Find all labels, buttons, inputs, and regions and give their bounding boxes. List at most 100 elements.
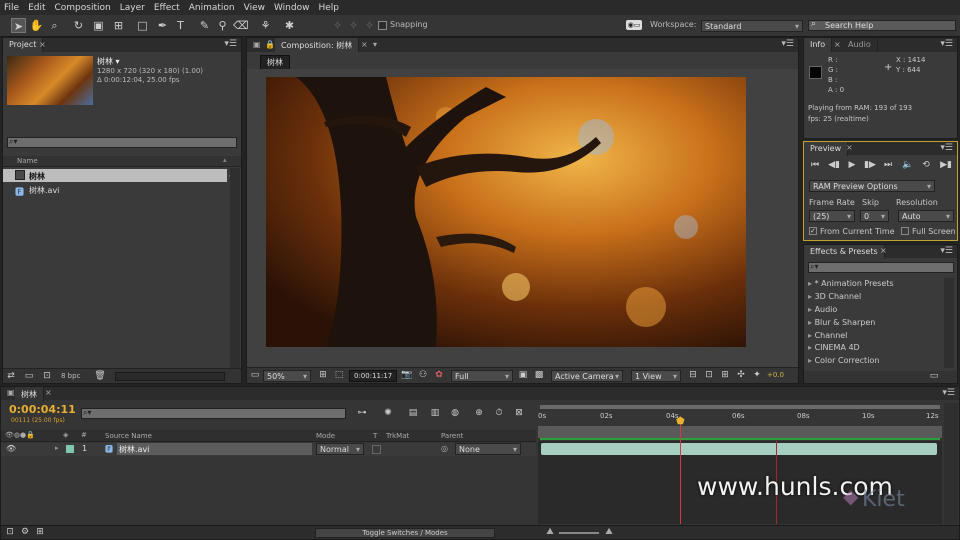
workspace-select[interactable]: Standard	[701, 20, 803, 32]
layer-row[interactable]: 👁 ▸ 1 🅵 树林.avi Normal ◎ None	[1, 443, 536, 456]
brainstorm-icon[interactable]: ⊕	[473, 408, 485, 419]
effects-category[interactable]: Audio	[808, 305, 838, 314]
auto-keyframe-icon[interactable]: ⏱	[493, 408, 505, 419]
from-current-time-checkbox[interactable]: ✓	[809, 227, 817, 235]
tab-preview[interactable]: Preview	[804, 142, 849, 156]
pickwhip-icon[interactable]: ◎	[441, 444, 448, 453]
trash-icon[interactable]: 🗑	[94, 371, 106, 382]
type-tool-icon[interactable]: T	[173, 18, 188, 33]
selection-tool-icon[interactable]: ➤	[11, 18, 26, 33]
effects-category[interactable]: Blur & Sharpen	[808, 318, 876, 327]
menu-composition[interactable]: Composition	[55, 3, 111, 13]
rotate-tool-icon[interactable]: ↻	[71, 18, 86, 33]
menu-animation[interactable]: Animation	[189, 3, 235, 13]
frame-rate-select[interactable]: (25)	[809, 210, 855, 222]
graph-editor-icon[interactable]: ⊠	[513, 408, 525, 419]
work-area-bar[interactable]	[538, 426, 942, 438]
layer-duration-bar[interactable]	[541, 443, 937, 455]
region-of-interest-icon[interactable]: ▣	[517, 370, 529, 381]
tab-timeline[interactable]: 树林	[15, 387, 44, 401]
effects-category[interactable]: Color Correction	[808, 356, 880, 365]
playhead-handle-icon[interactable]: ⬟	[676, 416, 685, 427]
mask-visibility-icon[interactable]: ⬚	[333, 370, 345, 381]
close-icon[interactable]: ×	[834, 40, 841, 49]
comp-breadcrumb[interactable]: 树林	[260, 55, 290, 70]
loop-icon[interactable]: ⟲	[920, 160, 932, 171]
new-composition-icon[interactable]: ⊡	[41, 371, 53, 382]
tab-project[interactable]: Project	[3, 38, 44, 52]
av-switches-icon[interactable]: 👁◍●🔒	[5, 431, 35, 439]
horizontal-scrollbar[interactable]	[115, 372, 225, 381]
comp-name[interactable]: 树林 ▾	[97, 56, 120, 67]
panel-menu-icon[interactable]: ▾☰	[942, 388, 955, 398]
flowchart-icon[interactable]: ✣	[735, 370, 747, 381]
reset-exposure-icon[interactable]: ✦	[751, 370, 763, 381]
parent-select[interactable]: None	[455, 443, 521, 455]
tab-info[interactable]: Info	[804, 38, 833, 52]
layer-mode-select[interactable]: Normal	[316, 443, 364, 455]
magnification-select[interactable]: 50%	[263, 370, 311, 382]
timeline-search-input[interactable]	[81, 408, 346, 419]
bit-depth[interactable]: 8 bpc	[61, 372, 80, 380]
project-item-footage[interactable]: 🅵 树林.avi	[3, 184, 227, 198]
panel-menu-icon[interactable]: ▾☰	[224, 39, 237, 49]
column-trkmat[interactable]: TrkMat	[386, 432, 409, 440]
timeline-scrollbar[interactable]	[944, 403, 958, 524]
close-icon[interactable]: ×	[361, 40, 368, 49]
expand-icon[interactable]: ▸	[55, 444, 59, 452]
comp-lock-icon[interactable]: 🔒	[265, 40, 275, 49]
camera-tool-icon[interactable]: ▣	[91, 18, 106, 33]
effects-category[interactable]: CINEMA 4D	[808, 343, 860, 352]
ram-preview-icon[interactable]: ▶▮	[940, 160, 952, 171]
zoom-out-icon[interactable]: ⛰	[544, 527, 556, 538]
roto-brush-tool-icon[interactable]: ⚘	[258, 18, 273, 33]
menu-edit[interactable]: Edit	[28, 3, 45, 13]
column-t[interactable]: T	[373, 432, 377, 440]
close-icon[interactable]: ×	[880, 246, 887, 255]
frame-blending-icon[interactable]: ▥	[429, 408, 441, 419]
eraser-tool-icon[interactable]: ⌫	[233, 18, 249, 33]
close-icon[interactable]: ×	[45, 388, 52, 397]
pen-tool-icon[interactable]: ✒	[155, 18, 170, 33]
draft-3d-icon[interactable]: ✺	[382, 408, 394, 419]
comp-viewer[interactable]	[247, 69, 798, 367]
effects-category[interactable]: Channel	[808, 331, 848, 340]
menu-window[interactable]: Window	[274, 3, 310, 13]
column-mode[interactable]: Mode	[316, 432, 335, 440]
time-navigator[interactable]	[540, 405, 940, 409]
previous-frame-icon[interactable]: ◀▮	[828, 160, 840, 171]
show-snapshot-icon[interactable]: ⚇	[417, 370, 429, 381]
puppet-pin-tool-icon[interactable]: ✱	[282, 18, 297, 33]
project-search-input[interactable]	[7, 137, 237, 148]
project-item-comp[interactable]: 树林	[3, 169, 227, 182]
effects-search-input[interactable]	[808, 262, 954, 273]
in-out-icon[interactable]: ⊞	[34, 527, 46, 538]
playhead[interactable]	[680, 417, 681, 524]
toggle-switches-modes-button[interactable]: Toggle Switches / Modes	[315, 528, 495, 538]
menu-effect[interactable]: Effect	[154, 3, 180, 13]
next-frame-icon[interactable]: ▮▶	[864, 160, 876, 171]
menu-view[interactable]: View	[244, 3, 265, 13]
transfer-controls-icon[interactable]: ⚙	[19, 527, 31, 538]
search-help-input[interactable]: Search Help	[808, 20, 956, 31]
rectangle-tool-icon[interactable]: □	[135, 18, 150, 33]
panel-menu-icon[interactable]: ▾☰	[940, 39, 953, 49]
axis-view-icon[interactable]: ✧	[362, 18, 377, 33]
first-frame-icon[interactable]: ⏮	[809, 160, 821, 171]
interpret-footage-icon[interactable]: ⇄	[5, 371, 17, 382]
brush-tool-icon[interactable]: ✎	[197, 18, 212, 33]
sort-icon[interactable]: ▴	[223, 156, 227, 164]
column-name[interactable]: Name	[17, 157, 38, 165]
menu-help[interactable]: Help	[318, 3, 339, 13]
menu-layer[interactable]: Layer	[120, 3, 145, 13]
menu-file[interactable]: File	[4, 3, 19, 13]
comp-mini-flowchart-icon[interactable]: ⊶	[356, 408, 368, 419]
toggle-pixel-aspect-icon[interactable]: ⊟	[687, 370, 699, 381]
channel-icon[interactable]: ✿	[433, 370, 445, 381]
exposure-value[interactable]: +0.0	[767, 371, 784, 379]
snapshot-icon[interactable]: 📷	[401, 370, 413, 381]
effects-category[interactable]: * Animation Presets	[808, 279, 894, 288]
ram-preview-options-select[interactable]: RAM Preview Options	[809, 180, 935, 192]
full-screen-checkbox[interactable]	[901, 227, 909, 235]
label-color-icon[interactable]	[66, 445, 74, 453]
